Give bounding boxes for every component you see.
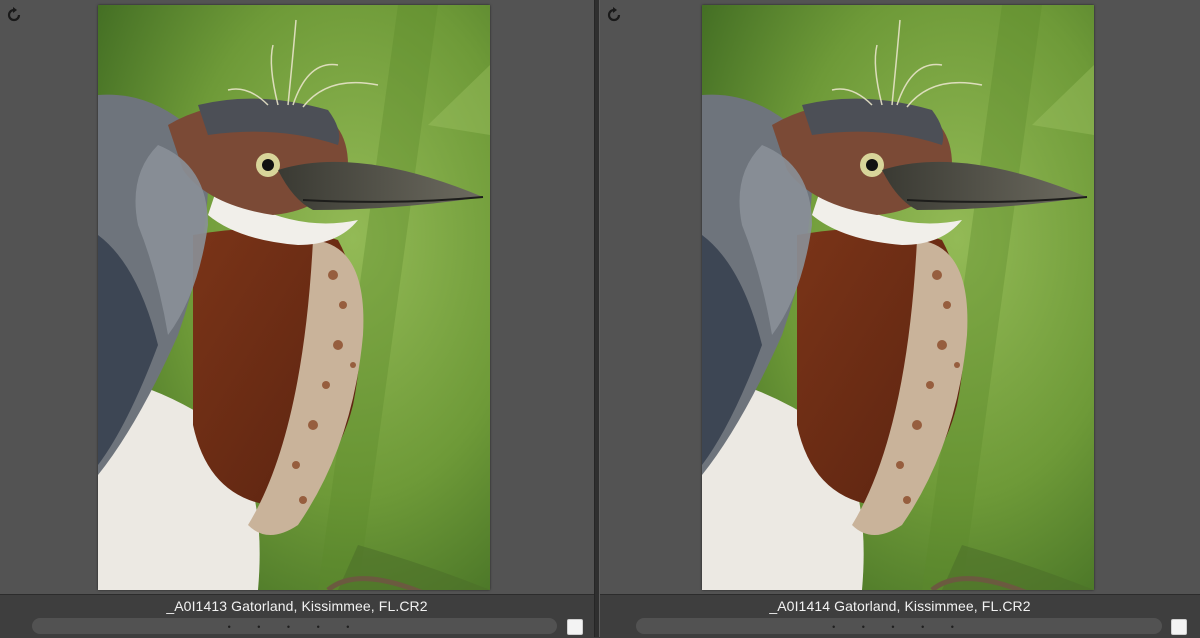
right-panel: _A0I1414 Gatorland, Kissimmee, FL.CR2 • … <box>600 0 1200 638</box>
select-checkbox[interactable] <box>567 619 583 635</box>
rating-dots[interactable]: • • • • • <box>32 622 557 632</box>
left-panel: _A0I1413 Gatorland, Kissimmee, FL.CR2 • … <box>0 0 594 638</box>
filename-label: _A0I1413 Gatorland, Kissimmee, FL.CR2 <box>166 598 428 614</box>
photo-preview[interactable] <box>98 5 490 590</box>
select-checkbox[interactable] <box>1171 619 1187 635</box>
info-bar: _A0I1414 Gatorland, Kissimmee, FL.CR2 • … <box>600 594 1200 638</box>
rating-dots[interactable]: • • • • • <box>636 622 1162 632</box>
rotate-icon[interactable] <box>3 4 25 26</box>
photo-preview[interactable] <box>702 5 1094 590</box>
scroll-track[interactable]: • • • • • <box>32 618 557 634</box>
info-bar: _A0I1413 Gatorland, Kissimmee, FL.CR2 • … <box>0 594 594 638</box>
filename-label: _A0I1414 Gatorland, Kissimmee, FL.CR2 <box>769 598 1031 614</box>
rotate-icon[interactable] <box>603 4 625 26</box>
scroll-track[interactable]: • • • • • <box>636 618 1162 634</box>
